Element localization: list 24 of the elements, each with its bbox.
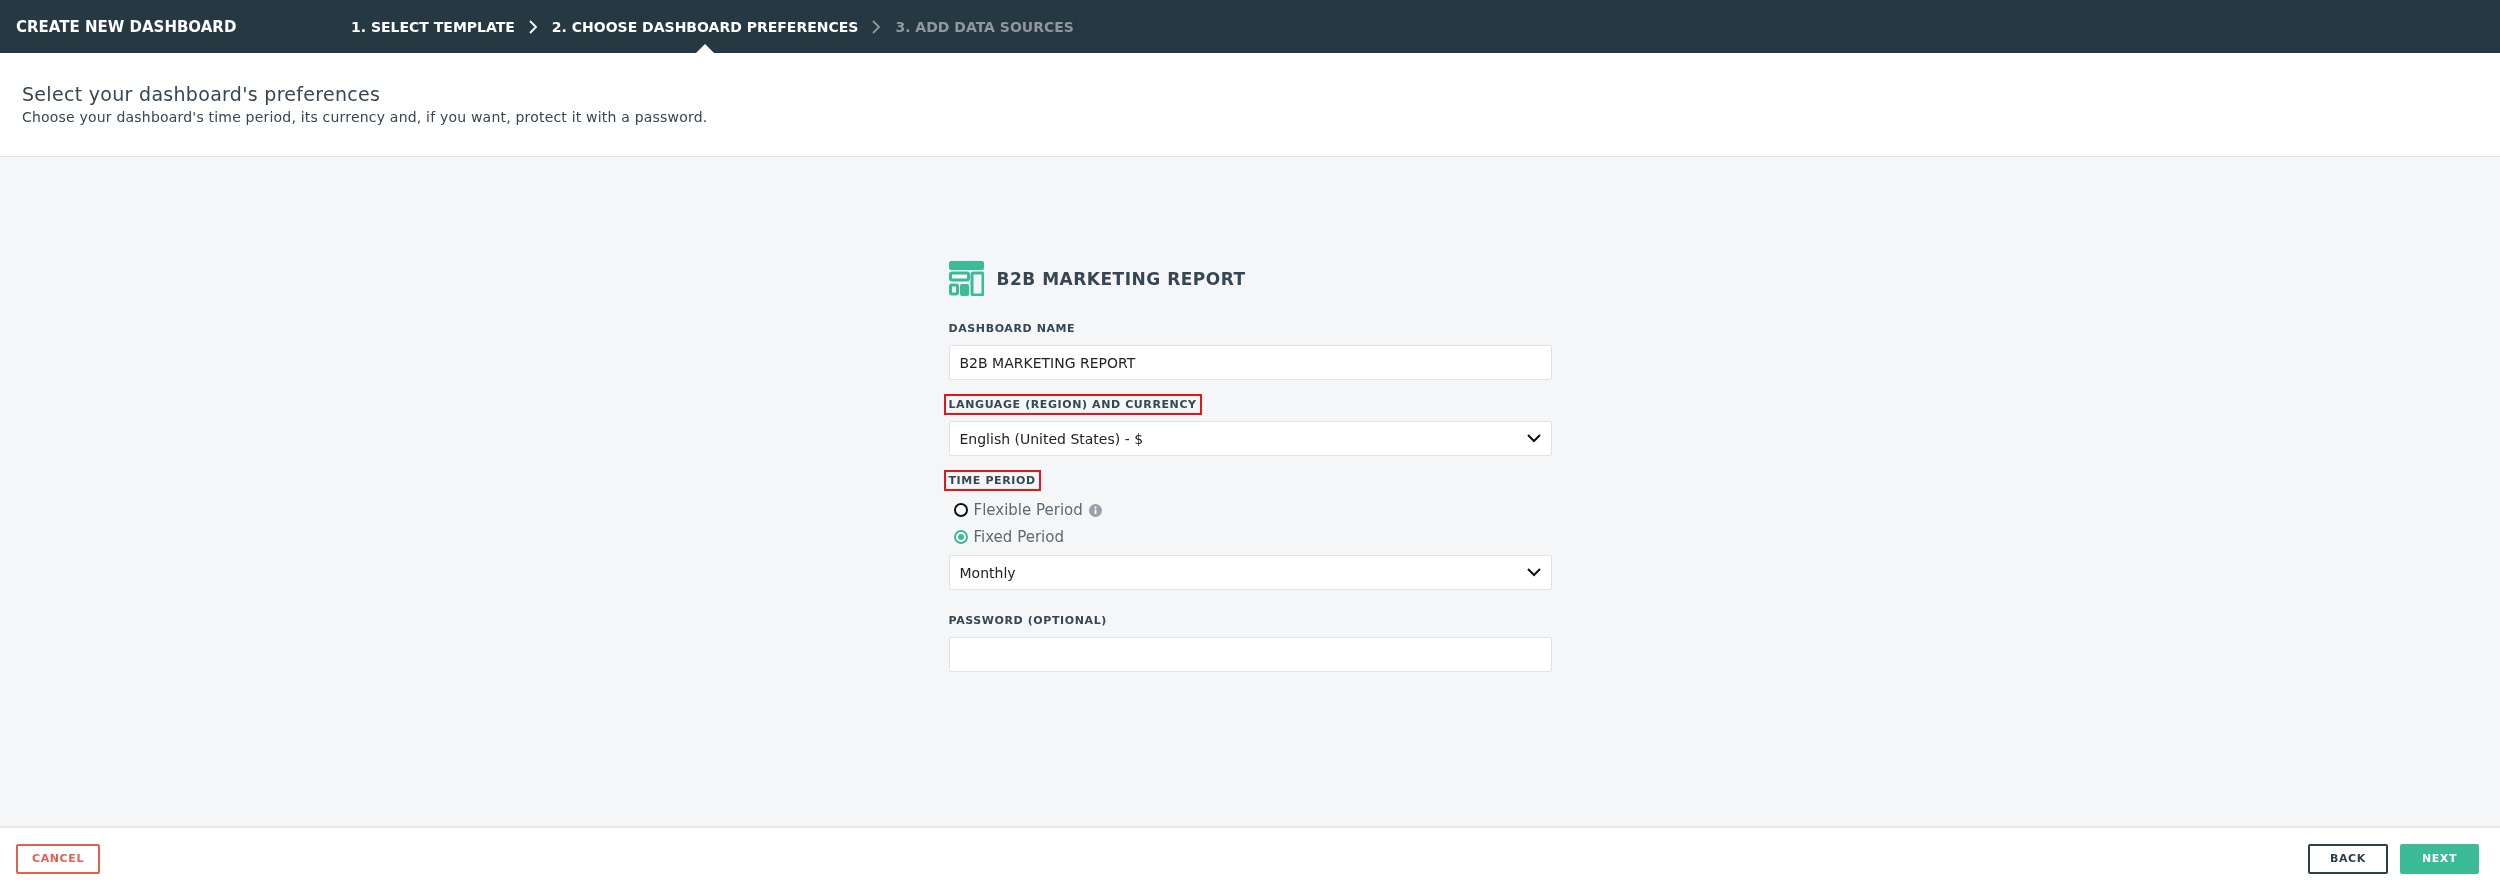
- wizard-step-tab[interactable]: 3. ADD DATA SOURCES: [895, 0, 1074, 53]
- template-name: B2B MARKETING REPORT: [996, 268, 1246, 289]
- dropdown-select[interactable]: Monthly: [948, 555, 1552, 590]
- radio-option[interactable]: Fixed Period: [953, 528, 1064, 546]
- radio-button[interactable]: [953, 530, 968, 544]
- dashboard-template-icon: [948, 261, 984, 296]
- radio-button[interactable]: [953, 503, 968, 517]
- chevron-right-icon: [872, 19, 882, 34]
- page-title: Select your dashboard's preferences: [22, 83, 382, 105]
- text-input-field[interactable]: B2B MARKETING REPORT: [948, 345, 1552, 380]
- chevron-down-icon: [1526, 434, 1541, 443]
- radio-option[interactable]: Flexible Period: [953, 501, 1102, 519]
- text-input-field[interactable]: [948, 637, 1552, 672]
- page-subtitle: Choose your dashboard's time period, its currency and, if you want, protect it with a password.: [22, 109, 709, 125]
- field-label: DASHBOARD NAME: [947, 321, 1077, 337]
- field-label: LANGUAGE (REGION) AND CURRENCY: [943, 394, 1202, 415]
- back-button[interactable]: BACK: [2308, 843, 2388, 874]
- wizard-step-tab[interactable]: 1. SELECT TEMPLATE: [351, 0, 515, 53]
- field-label: PASSWORD (OPTIONAL): [947, 613, 1108, 629]
- chevron-right-icon: [528, 19, 538, 34]
- field-label: TIME PERIOD: [943, 470, 1041, 491]
- app-title: CREATE NEW DASHBOARD: [16, 17, 238, 36]
- chevron-down-icon: [1526, 568, 1541, 577]
- dropdown-select[interactable]: English (United States) - $: [948, 421, 1552, 456]
